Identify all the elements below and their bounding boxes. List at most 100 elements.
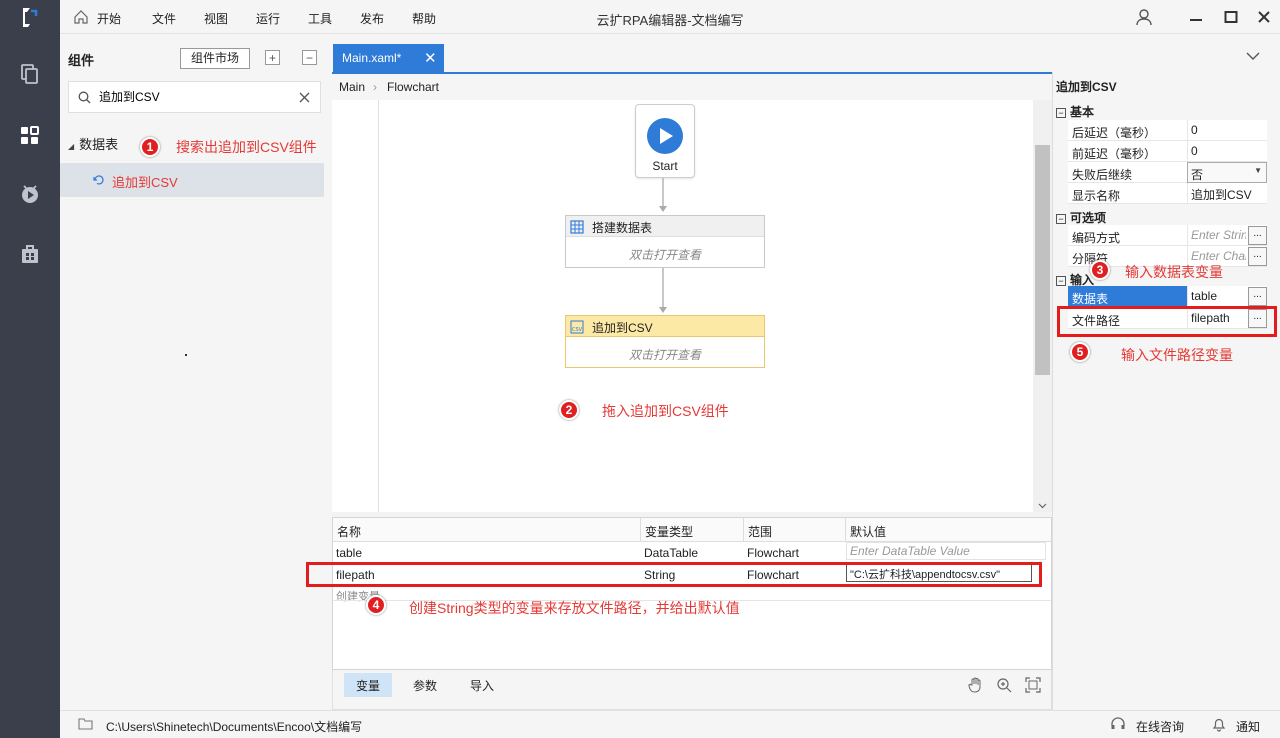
tab-arguments[interactable]: 参数 — [401, 673, 449, 697]
node-build-datatable[interactable]: 搭建数据表 双击打开查看 — [565, 215, 765, 268]
var-default-cell[interactable]: Enter DataTable Value — [846, 542, 1046, 560]
prop-row: 显示名称 追加到CSV — [1068, 183, 1267, 204]
play-icon — [647, 118, 683, 154]
headset-icon — [1111, 717, 1125, 729]
breadcrumb-flowchart[interactable]: Flowchart — [387, 80, 439, 94]
window-title: 云扩RPA编辑器-文档编写 — [596, 13, 744, 28]
var-type-cell[interactable]: DataTable — [641, 542, 701, 564]
home-icon[interactable] — [74, 10, 88, 24]
chevron-down-icon: ▼ — [1254, 166, 1262, 175]
close-window-button[interactable] — [1253, 6, 1275, 28]
annotation-5-badge: 5 — [1070, 342, 1090, 362]
var-name-cell[interactable]: table — [333, 542, 641, 564]
tab-variables[interactable]: 变量 — [344, 673, 393, 697]
canvas-scrollbar[interactable] — [1033, 100, 1052, 512]
col-scope-header[interactable]: 范围 — [744, 518, 846, 542]
clear-search-icon[interactable] — [299, 92, 310, 103]
properties-panel: 追加到CSV − 基本 后延迟（毫秒） 0 前延迟（毫秒） 0 失败后继续 否 ▼ 显示… — [1052, 72, 1280, 710]
menu-run[interactable]: 运行 — [256, 10, 280, 27]
search-icon — [78, 91, 91, 104]
scrollbar-thumb[interactable] — [1035, 145, 1050, 375]
var-scope-cell[interactable]: Flowchart — [744, 542, 802, 564]
prop-value[interactable]: 追加到CSV — [1187, 183, 1267, 204]
menu-help[interactable]: 帮助 — [412, 10, 436, 27]
prop-label: 失败后继续 — [1072, 168, 1133, 182]
col-type-header[interactable]: 变量类型 — [641, 518, 744, 542]
menu-file[interactable]: 文件 — [152, 10, 176, 27]
documents-icon[interactable] — [0, 52, 60, 96]
notifications-link[interactable]: 通知 — [1236, 718, 1260, 735]
app-logo-icon — [23, 8, 38, 27]
search-box — [68, 81, 321, 113]
prop-row: 编码方式 Enter String... — [1068, 225, 1267, 246]
ellipsis-button[interactable]: ... — [1248, 287, 1267, 306]
collapse-icon[interactable]: − — [1056, 108, 1066, 118]
datatable-icon — [570, 220, 584, 234]
continue-on-error-select[interactable]: 否 ▼ — [1187, 162, 1267, 183]
prop-row: 前延迟（毫秒） 0 — [1068, 141, 1267, 162]
maximize-button[interactable] — [1220, 6, 1242, 28]
menu-view[interactable]: 视图 — [204, 10, 228, 27]
search-input[interactable] — [99, 89, 279, 103]
tree-category[interactable]: ◢ 数据表 — [68, 134, 118, 153]
breadcrumb-main[interactable]: Main — [339, 80, 365, 94]
online-consult-link[interactable]: 在线咨询 — [1136, 718, 1184, 735]
col-name-header[interactable]: 名称 — [333, 518, 641, 542]
annotation-3-badge: 3 — [1090, 260, 1110, 280]
stray-dot — [185, 354, 187, 356]
tree-expand-icon[interactable]: ◢ — [68, 142, 74, 151]
tab-close-icon[interactable]: ✕ — [424, 49, 437, 67]
node-title: 追加到CSV — [592, 321, 653, 335]
node-append-csv[interactable]: CSV 追加到CSV 双击打开查看 — [565, 315, 765, 368]
node-hint: 双击打开查看 — [628, 248, 701, 262]
prop-value[interactable]: 0 — [1187, 141, 1267, 162]
prop-input[interactable]: Enter String — [1187, 225, 1246, 246]
start-label: Start — [652, 159, 678, 173]
prop-input[interactable]: table — [1187, 286, 1246, 307]
node-title: 搭建数据表 — [592, 221, 653, 235]
menu-tools[interactable]: 工具 — [308, 10, 332, 27]
section-basic[interactable]: − 基本 — [1056, 103, 1094, 120]
collapse-icon[interactable]: − — [1056, 214, 1066, 224]
left-rail — [0, 0, 60, 738]
prop-value[interactable]: 0 — [1187, 120, 1267, 141]
annotation-4-text: 创建String类型的变量来存放文件路径，并给出默认值 — [409, 600, 740, 616]
section-optional[interactable]: − 可选项 — [1056, 209, 1106, 226]
annotation-3-text: 输入数据表变量 — [1125, 264, 1223, 280]
chevron-down-icon[interactable] — [1246, 51, 1260, 61]
package-icon[interactable] — [0, 232, 60, 276]
menu-start[interactable]: 开始 — [97, 10, 121, 27]
collapse-all-button[interactable]: − — [302, 50, 317, 65]
tab-main-xaml[interactable]: Main.xaml* ✕ — [333, 44, 444, 72]
project-path: C:\Users\Shinetech\Documents\Encoo\文档编写 — [106, 720, 363, 734]
prop-label-selected[interactable]: 数据表 — [1068, 286, 1187, 307]
prop-label: 后延迟（毫秒） — [1072, 126, 1157, 140]
minimize-button[interactable] — [1185, 6, 1207, 28]
components-title: 组件 — [68, 53, 95, 68]
folder-icon — [78, 718, 93, 730]
canvas-margin — [332, 100, 378, 512]
scroll-down-icon[interactable] — [1038, 503, 1047, 509]
debug-run-icon[interactable] — [0, 172, 60, 216]
user-icon[interactable] — [1133, 6, 1155, 28]
zoom-in-icon[interactable] — [996, 677, 1012, 693]
annotation-4-badge: 4 — [366, 595, 386, 615]
flowchart-canvas[interactable]: Start 搭建数据表 双击打开查看 CSV 追加到CSV 双击打开查看 — [378, 100, 1033, 512]
start-node[interactable]: Start — [635, 104, 695, 178]
menu-publish[interactable]: 发布 — [360, 10, 384, 27]
ellipsis-button[interactable]: ... — [1248, 247, 1267, 266]
tab-imports[interactable]: 导入 — [458, 673, 506, 697]
flow-connectors — [659, 178, 667, 313]
tree-item-append-csv[interactable]: 追加到CSV — [60, 163, 324, 197]
prop-row: 数据表 table... — [1068, 286, 1267, 307]
component-market-button[interactable]: 组件市场 — [180, 48, 250, 69]
col-default-header[interactable]: 默认值 — [846, 518, 1051, 542]
ellipsis-button[interactable]: ... — [1248, 226, 1267, 245]
annotation-1-text: 搜索出追加到CSV组件 — [176, 139, 317, 155]
collapse-icon[interactable]: − — [1056, 276, 1066, 286]
pan-hand-icon[interactable] — [967, 676, 985, 694]
components-icon[interactable] — [0, 114, 60, 158]
section-label: 基本 — [1070, 105, 1095, 119]
expand-all-button[interactable]: + — [265, 50, 280, 65]
fit-screen-icon[interactable] — [1025, 677, 1041, 693]
